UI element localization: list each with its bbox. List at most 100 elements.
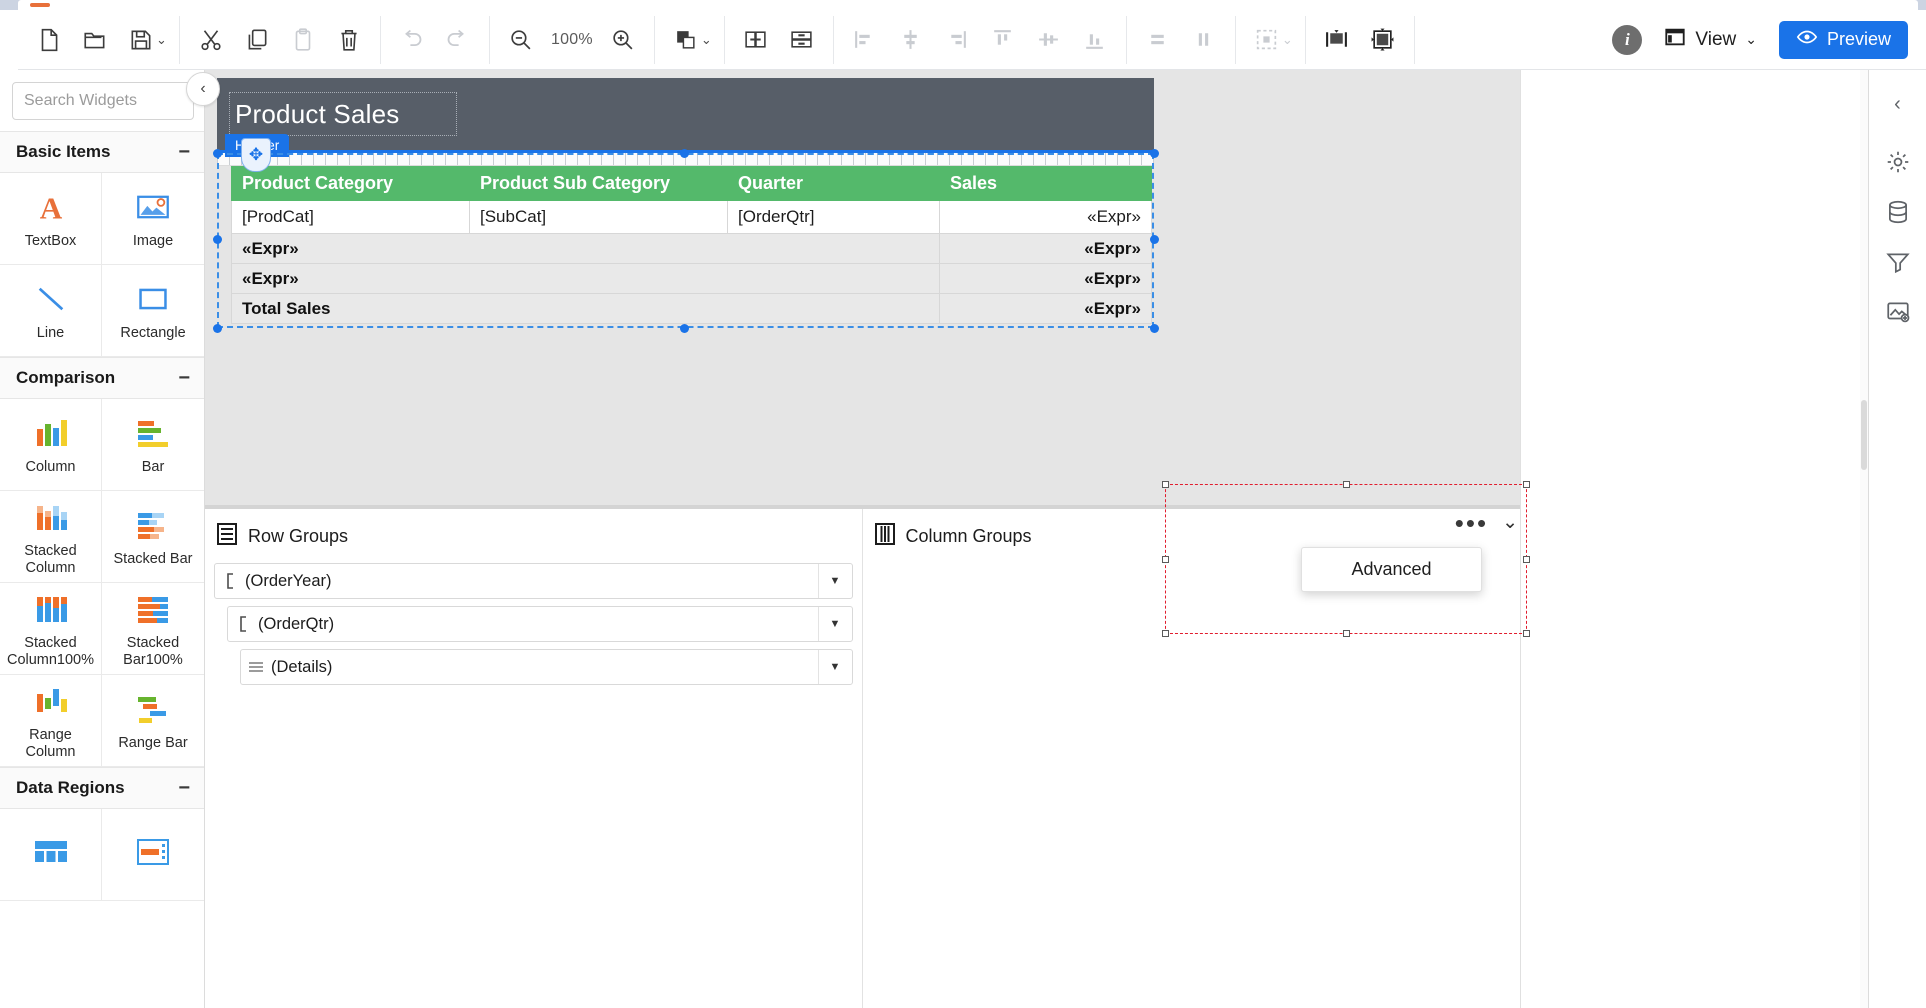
fit-page-icon[interactable] [1360,18,1406,62]
data-panel-button[interactable] [1876,192,1920,236]
fit-width-icon[interactable] [1314,18,1360,62]
selection-handle[interactable] [680,324,689,333]
split-horizontal-icon[interactable] [779,18,825,62]
space-horizontal-icon[interactable] [1135,18,1181,62]
split-vertical-icon[interactable] [733,18,779,62]
widget-bar-chart[interactable]: Bar [102,399,204,491]
resize-node[interactable] [1523,556,1530,563]
resources-panel-button[interactable] [1876,292,1920,336]
report-title-textbox[interactable]: Product Sales [229,92,457,136]
table-cell[interactable]: [ProdCat] [232,201,470,234]
scrollbar-thumb[interactable] [1861,400,1867,470]
space-vertical-icon[interactable] [1181,18,1227,62]
table-cell[interactable]: «Expr» [940,201,1152,234]
scissors-icon[interactable] [188,18,234,62]
zoom-out-icon[interactable] [498,18,544,62]
row-group-item-details[interactable]: (Details) ▼ [240,649,853,685]
widget-table-region[interactable] [0,809,102,901]
report-design-canvas[interactable]: Product Sales Header ✥ Product Category … [205,70,1520,508]
row-group-item-orderyear[interactable]: (OrderYear) ▼ [214,563,853,599]
selection-handle[interactable] [1150,324,1159,333]
selection-handle[interactable] [680,149,689,158]
selection-handle[interactable] [213,324,222,333]
resize-node[interactable] [1523,630,1530,637]
section-header-data-regions[interactable]: Data Regions − [0,767,204,809]
table-cell[interactable]: «Expr» [232,264,940,294]
info-button[interactable]: i [1612,25,1642,55]
section-collapse-toggle[interactable]: − [178,368,190,388]
table-header-cell[interactable]: Quarter [728,167,940,201]
copy-icon[interactable] [234,18,280,62]
double-chevron-down-icon[interactable]: ⌄ [1502,511,1518,534]
widget-stacked-bar[interactable]: Stacked Bar [102,491,204,583]
chevron-down-icon[interactable]: ▼ [818,650,852,684]
properties-panel-button[interactable] [1876,142,1920,186]
table-cell[interactable]: [OrderQtr] [728,201,940,234]
table-cell[interactable]: «Expr» [940,234,1152,264]
widget-image[interactable]: Image [102,173,204,265]
align-bottom-icon[interactable] [1072,18,1118,62]
align-middle-icon[interactable] [1026,18,1072,62]
save-dropdown-caret[interactable]: ⌄ [156,32,167,48]
table-move-handle[interactable]: ✥ [241,138,271,172]
collapse-properties-button[interactable]: ‹ [1876,82,1920,126]
widget-textbox[interactable]: A TextBox [0,173,102,265]
section-header-basic-items[interactable]: Basic Items − [0,131,204,173]
selection-handle[interactable] [1150,149,1159,158]
row-group-item-orderqtr[interactable]: (OrderQtr) ▼ [227,606,853,642]
undo-arrow-icon[interactable] [389,18,435,62]
open-folder-icon[interactable] [72,18,118,62]
ellipsis-icon[interactable]: ••• [1455,517,1488,529]
view-menu-button[interactable]: View ⌄ [1664,26,1757,54]
table-cell[interactable]: «Expr» [232,234,940,264]
search-widgets-box[interactable] [12,82,194,120]
redo-arrow-icon[interactable] [435,18,481,62]
chevron-down-icon[interactable]: ▼ [818,607,852,641]
section-collapse-toggle[interactable]: − [178,142,190,162]
widget-stacked-column[interactable]: Stacked Column [0,491,102,583]
selection-handle[interactable] [213,149,222,158]
widget-rectangle[interactable]: Rectangle [102,265,204,357]
table-header-cell[interactable]: Product Sub Category [470,167,728,201]
collapse-sidebar-button[interactable]: ‹ [186,72,220,106]
widget-line[interactable]: Line [0,265,102,357]
table-header-cell[interactable]: Sales [940,167,1152,201]
paste-icon[interactable] [280,18,326,62]
section-header-comparison[interactable]: Comparison − [0,357,204,399]
resize-node[interactable] [1162,481,1169,488]
resize-node[interactable] [1162,556,1169,563]
widget-column-chart[interactable]: Column [0,399,102,491]
align-center-icon[interactable] [888,18,934,62]
selection-handle[interactable] [1150,235,1159,244]
zoom-in-icon[interactable] [600,18,646,62]
search-input[interactable] [24,92,205,110]
section-collapse-toggle[interactable]: − [178,778,190,798]
chevron-down-icon[interactable]: ▼ [818,564,852,598]
new-document-icon[interactable] [26,18,72,62]
widget-list-region[interactable] [102,809,204,901]
table-cell[interactable]: «Expr» [940,264,1152,294]
align-top-icon[interactable] [980,18,1026,62]
resize-node[interactable] [1343,481,1350,488]
resize-node[interactable] [1162,630,1169,637]
widget-stacked-column-100[interactable]: Stacked Column100% [0,583,102,675]
trash-icon[interactable] [326,18,372,62]
widget-range-bar[interactable]: Range Bar [102,675,204,767]
widget-stacked-bar-100[interactable]: Stacked Bar100% [102,583,204,675]
report-header-band[interactable]: Product Sales [217,78,1154,150]
advanced-menu-item[interactable]: Advanced [1301,547,1482,592]
canvas-vertical-scrollbar[interactable] [1860,70,1868,1008]
table-cell[interactable]: Total Sales [232,294,940,324]
align-left-icon[interactable] [842,18,888,62]
widget-range-column[interactable]: Range Column [0,675,102,767]
table-cell[interactable]: [SubCat] [470,201,728,234]
report-table[interactable]: Product Category Product Sub Category Qu… [231,166,1152,324]
selection-handle[interactable] [213,235,222,244]
align-right-icon[interactable] [934,18,980,62]
filter-panel-button[interactable] [1876,242,1920,286]
table-header-cell[interactable]: Product Category [232,167,470,201]
resize-node[interactable] [1343,630,1350,637]
table-cell[interactable]: «Expr» [940,294,1152,324]
resize-node[interactable] [1523,481,1530,488]
arrange-dropdown-caret[interactable]: ⌄ [701,32,712,48]
